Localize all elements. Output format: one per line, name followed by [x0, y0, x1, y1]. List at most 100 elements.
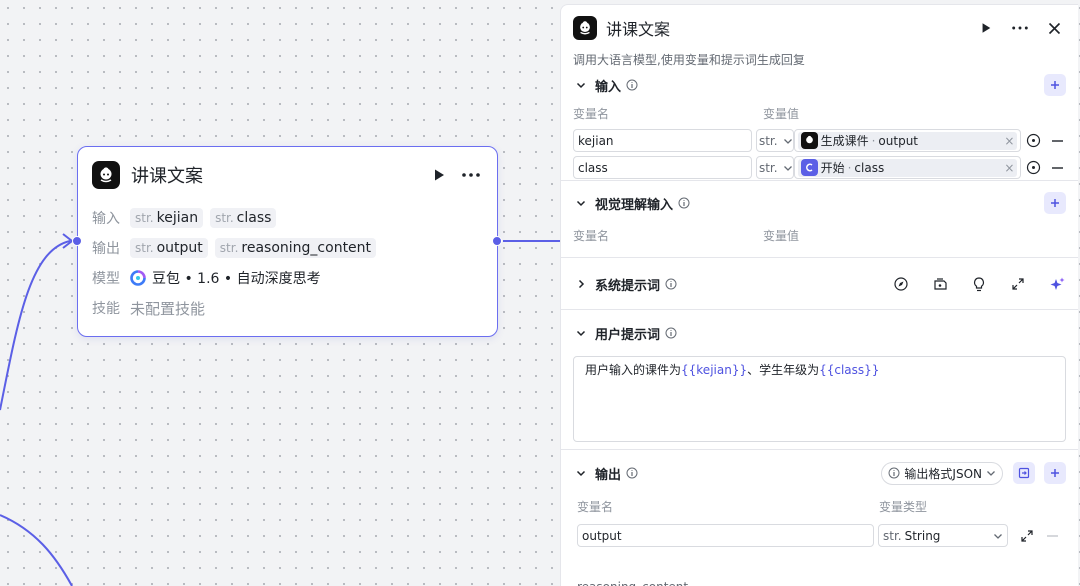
- type-select[interactable]: str.: [755, 156, 794, 179]
- info-icon[interactable]: [626, 467, 638, 479]
- node-model-row: 模型 豆包 • 1.6 • 自动深度思考: [78, 263, 497, 293]
- output-type-select[interactable]: str. String: [878, 524, 1008, 547]
- user-prompt-editor[interactable]: 用户输入的课件为{{kejian}}、学生年级为{{class}}: [573, 356, 1066, 442]
- clear-icon[interactable]: ×: [1004, 134, 1014, 148]
- user-prompt-section: 用户提示词 用户输入的课件为{{kejian}}、学生年级为{{class}}: [561, 310, 1078, 450]
- incoming-arrow: [62, 233, 74, 249]
- vision-input-section: 视觉理解输入 变量名 变量值: [561, 181, 1078, 258]
- input-section-title: 输入: [595, 79, 622, 95]
- more-options-icon[interactable]: [459, 163, 483, 187]
- remove-row-icon[interactable]: [1049, 132, 1066, 150]
- output-section-title: 输出: [595, 467, 622, 483]
- prompt-variable: {{class}}: [819, 363, 880, 377]
- vision-column-header: 变量名 变量值: [573, 228, 800, 243]
- vision-section-title: 视觉理解输入: [595, 197, 674, 213]
- output-column-header: 变量名 变量类型: [577, 499, 928, 514]
- chevron-down-icon: [993, 531, 1003, 541]
- system-prompt-header[interactable]: 系统提示词: [573, 258, 1066, 310]
- llm-node-card[interactable]: 讲课文案 输入 str. kejian str. class 输出 str. outp…: [72, 146, 502, 337]
- var-name-input[interactable]: class: [573, 156, 752, 179]
- partial-output-row: reasoning_content: [577, 580, 688, 586]
- info-icon[interactable]: [665, 278, 677, 290]
- chevron-down-icon: [783, 136, 793, 146]
- input-tag-class: str. class: [210, 208, 277, 228]
- remove-row-icon: [1043, 527, 1061, 545]
- output-section-header: 输出 输出格式JSON: [573, 450, 1066, 496]
- add-output-button[interactable]: [1044, 462, 1066, 484]
- input-row: class str. 开始 · class ×: [573, 154, 1066, 181]
- chevron-down-icon[interactable]: [573, 195, 589, 211]
- info-icon[interactable]: [678, 197, 690, 209]
- chevron-right-icon[interactable]: [573, 276, 589, 292]
- output-row: output str. String: [573, 522, 1066, 549]
- col-var-name: 变量名: [573, 106, 610, 121]
- info-icon[interactable]: [665, 327, 677, 339]
- info-icon: [888, 467, 900, 479]
- target-icon[interactable]: [1024, 132, 1041, 150]
- var-reference-select[interactable]: 生成课件 · output ×: [793, 129, 1022, 152]
- col-var-value: 变量值: [763, 106, 800, 121]
- panel-title: 讲课文案: [606, 20, 671, 39]
- panel-header: 讲课文案: [561, 5, 1078, 51]
- output-format-select[interactable]: 输出格式JSON: [881, 461, 1003, 485]
- skills-row-label: 技能: [92, 301, 120, 317]
- input-tag-kejian: str. kejian: [130, 208, 204, 228]
- lightbulb-icon[interactable]: [970, 275, 988, 293]
- input-section: 输入 变量名 变量值 kejian str. 生成课件 · output × c…: [561, 73, 1078, 181]
- output-tag-output: str. output: [130, 238, 208, 258]
- node-output-row: 输出 str. output str. reasoning_content: [78, 233, 497, 263]
- model-name: 豆包 • 1.6 • 自动深度思考: [152, 271, 321, 287]
- prompt-variable: {{kejian}}: [681, 363, 748, 377]
- bot-logo-icon: [92, 161, 120, 189]
- target-icon[interactable]: [1024, 159, 1041, 177]
- output-port[interactable]: [492, 236, 502, 246]
- node-input-row: 输入 str. kejian str. class: [78, 203, 497, 233]
- output-var-name-input[interactable]: output: [577, 524, 874, 547]
- model-row-label: 模型: [92, 271, 120, 287]
- output-row-label: 输出: [92, 241, 120, 257]
- add-input-button[interactable]: [1044, 74, 1066, 96]
- incoming-edge-top: [0, 240, 71, 411]
- node-skills-row: 技能 未配置技能: [78, 293, 497, 323]
- import-output-button[interactable]: [1013, 462, 1035, 484]
- more-options-icon[interactable]: [1008, 16, 1032, 40]
- panel-description: 调用大语言模型,使用变量和提示词生成回复: [573, 53, 805, 67]
- node-config-panel: 讲课文案 调用大语言模型,使用变量和提示词生成回复 输入 变量名 变量值 kej…: [560, 4, 1078, 586]
- var-reference-chip: 生成课件 · output ×: [797, 131, 1018, 150]
- chevron-down-icon[interactable]: [573, 77, 589, 93]
- input-column-header: 变量名 变量值: [573, 103, 1066, 123]
- node-header: 讲课文案: [78, 147, 497, 203]
- system-prompt-section: 系统提示词: [561, 258, 1078, 310]
- prompt-library-icon[interactable]: [931, 275, 949, 293]
- input-row: kejian str. 生成课件 · output ×: [573, 127, 1066, 154]
- chevron-down-icon[interactable]: [573, 465, 589, 481]
- chevron-down-icon[interactable]: [573, 325, 589, 341]
- var-name-input[interactable]: kejian: [573, 129, 752, 152]
- input-port[interactable]: [72, 236, 82, 246]
- user-prompt-header: 用户提示词: [573, 310, 1066, 356]
- clear-icon[interactable]: ×: [1004, 161, 1014, 175]
- run-node-button[interactable]: [974, 16, 998, 40]
- expand-icon[interactable]: [1018, 527, 1036, 545]
- add-vision-input-button[interactable]: [1044, 192, 1066, 214]
- ai-sparkle-icon[interactable]: [1048, 275, 1066, 293]
- output-tag-reasoning: str. reasoning_content: [214, 238, 377, 258]
- var-reference-chip: 开始 · class ×: [797, 158, 1018, 177]
- skills-value: 未配置技能: [130, 299, 206, 318]
- info-icon[interactable]: [626, 79, 638, 91]
- expand-icon[interactable]: [1009, 275, 1027, 293]
- bot-logo-icon: [800, 132, 818, 149]
- input-section-header: 输入: [573, 73, 1066, 97]
- node-title: 讲课文案: [131, 166, 203, 187]
- run-node-button[interactable]: [427, 163, 451, 187]
- type-select[interactable]: str.: [755, 129, 794, 152]
- chevron-down-icon: [986, 468, 996, 478]
- prompt-toolbar: [871, 275, 1066, 293]
- start-icon: [800, 159, 818, 176]
- user-prompt-title: 用户提示词: [595, 327, 661, 343]
- var-reference-select[interactable]: 开始 · class ×: [793, 156, 1022, 179]
- compass-icon[interactable]: [892, 275, 910, 293]
- remove-row-icon[interactable]: [1049, 159, 1066, 177]
- close-icon[interactable]: [1042, 16, 1066, 40]
- output-section: 输出 输出格式JSON 变量名 变量类型 output str. String: [561, 450, 1078, 580]
